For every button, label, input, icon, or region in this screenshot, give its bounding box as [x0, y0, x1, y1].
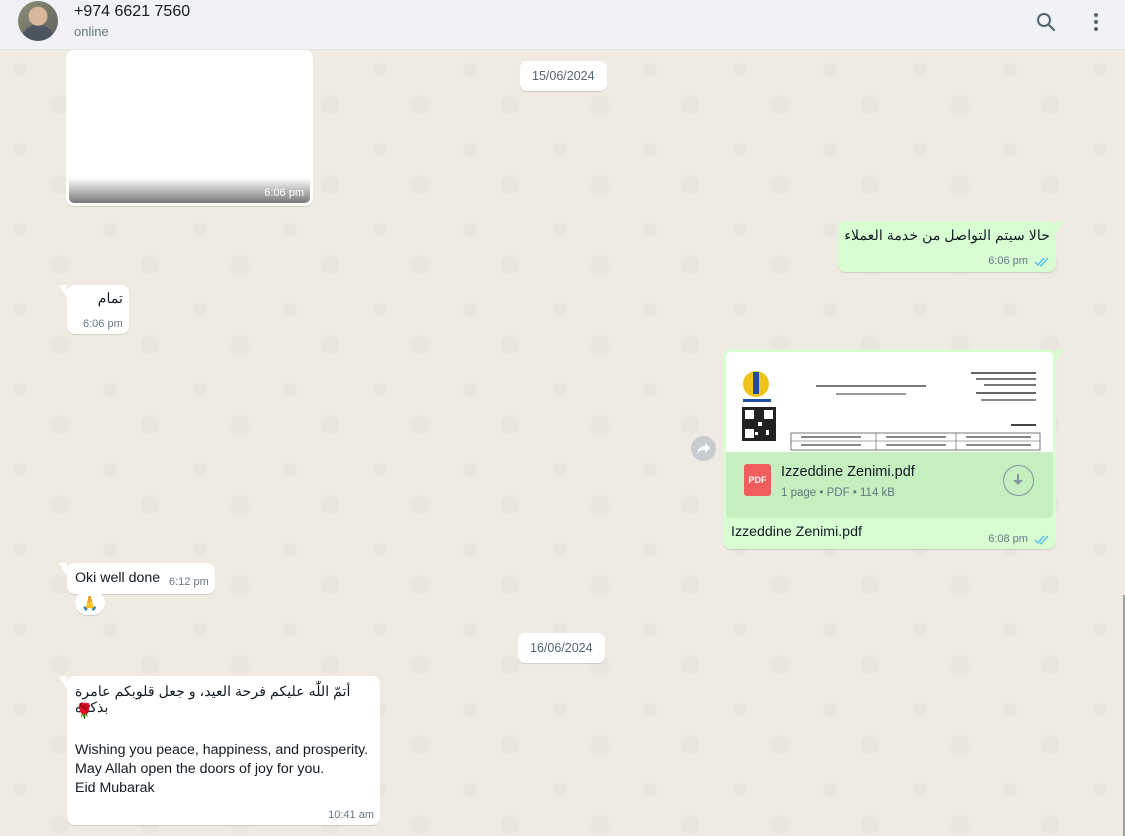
download-button[interactable]	[1003, 465, 1034, 496]
document-file-card[interactable]: PDF Izzeddine Zenimi.pdf 1 page • PDF • …	[726, 452, 1053, 518]
document-message[interactable]: PDF Izzeddine Zenimi.pdf 1 page • PDF • …	[723, 349, 1064, 549]
message-text-line: Wishing you peace, happiness, and prospe…	[75, 742, 369, 758]
forward-button[interactable]	[691, 436, 716, 461]
image-message[interactable]: 6:06 pm	[66, 50, 313, 206]
message-time: 6:06 pm	[83, 318, 123, 330]
forward-icon	[697, 443, 710, 454]
message-time: 6:06 pm	[264, 187, 304, 199]
document-preview[interactable]	[726, 352, 1053, 452]
contact-status: online	[74, 24, 109, 39]
image-thumbnail[interactable]: 6:06 pm	[69, 53, 310, 203]
chat-header: +974 6621 7560 online	[0, 0, 1125, 50]
double-check-icon	[1034, 257, 1049, 267]
double-check-icon	[1034, 535, 1049, 545]
pdf-file-icon: PDF	[744, 464, 771, 496]
avatar[interactable]	[18, 1, 58, 41]
message-text: حالا سيتم التواصل من خدمة العملاء	[844, 228, 1050, 244]
document-file-name: Izzeddine Zenimi.pdf	[781, 464, 915, 480]
outgoing-message[interactable]: حالا سيتم التواصل من خدمة العملاء 6:06 p…	[838, 221, 1064, 272]
menu-icon[interactable]	[1084, 10, 1108, 34]
message-time: 6:12 pm	[169, 576, 209, 588]
incoming-message[interactable]: تمام 6:06 pm	[59, 285, 129, 334]
incoming-message[interactable]: Oki well done 6:12 pm	[59, 563, 215, 594]
message-text-arabic: أتمّ اللّٰه عليكم فرحة العيد، و جعل قلوب…	[75, 684, 351, 716]
message-time: 6:08 pm	[988, 533, 1050, 545]
date-separator: 16/06/2024	[518, 633, 605, 663]
incoming-message[interactable]: أتمّ اللّٰه عليكم فرحة العيد، و جعل قلوب…	[59, 676, 380, 825]
contact-name[interactable]: +974 6621 7560	[74, 3, 190, 21]
document-preview-image	[742, 371, 1041, 451]
rose-emoji: 🌹	[75, 703, 94, 720]
date-separator: 15/06/2024	[520, 61, 607, 91]
document-file-meta: 1 page • PDF • 114 kB	[781, 487, 895, 499]
message-text: تمام	[97, 291, 123, 307]
message-text-line: May Allah open the doors of joy for you.	[75, 761, 325, 777]
message-text-line: Eid Mubarak	[75, 780, 155, 796]
download-icon	[1013, 474, 1023, 485]
message-time: 10:41 am	[328, 809, 374, 821]
message-text: Oki well done	[75, 570, 161, 586]
document-caption: Izzeddine Zenimi.pdf	[731, 524, 862, 540]
message-time: 6:06 pm	[988, 255, 1050, 267]
search-icon[interactable]	[1034, 10, 1058, 34]
reaction-emoji[interactable]: 🙏	[75, 591, 105, 615]
